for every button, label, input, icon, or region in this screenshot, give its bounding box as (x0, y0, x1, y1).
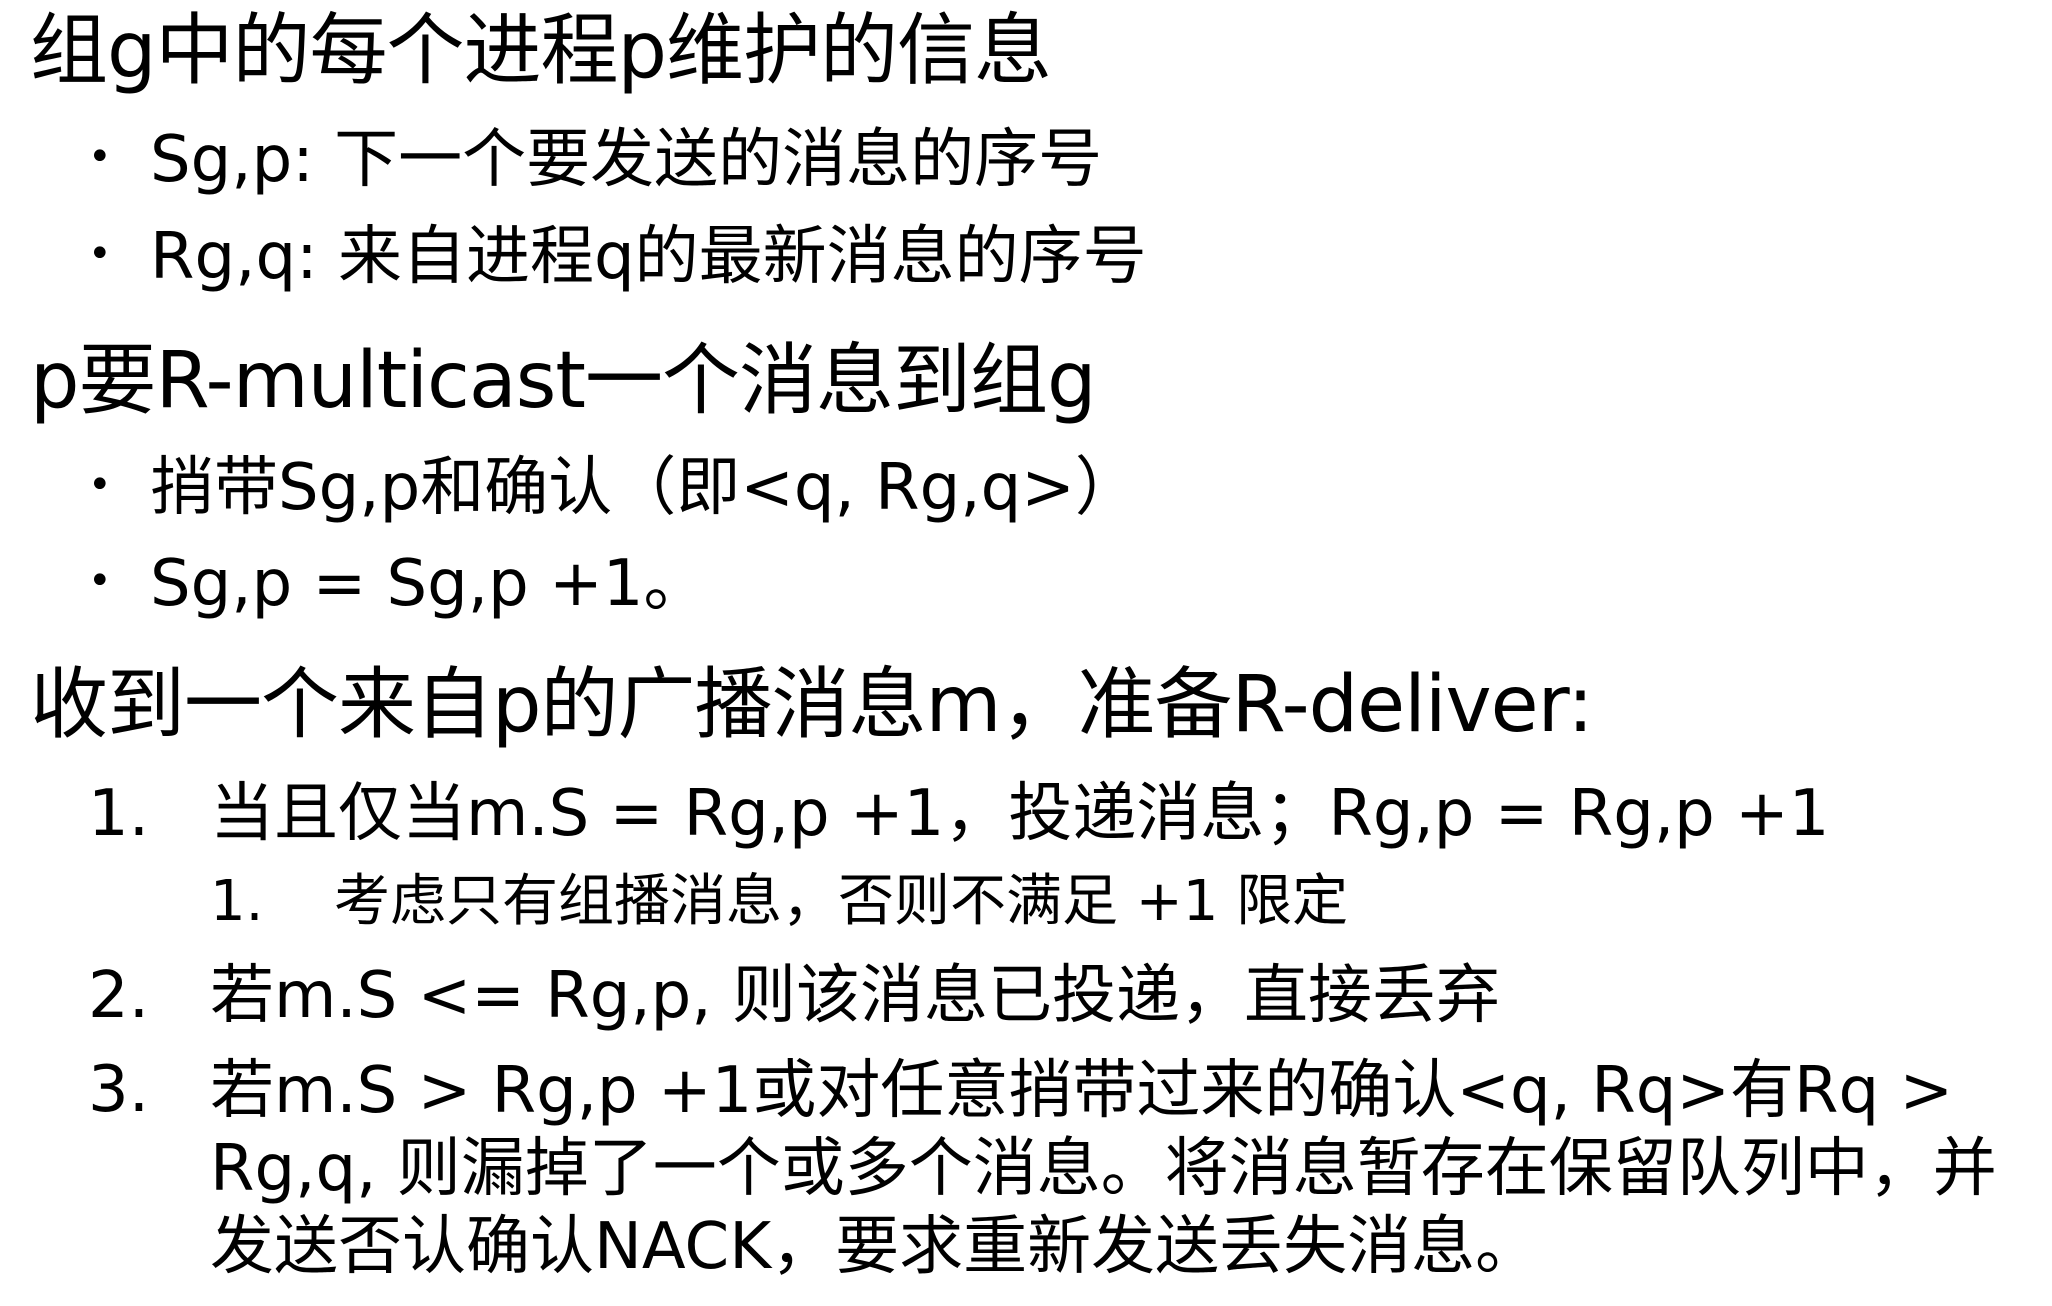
section3-subitem-1: 1. 考虑只有组播消息，否则不满足 +1 限定 (210, 874, 1348, 930)
section3-item-3-text: 若m.S > Rg,p +1或对任意捎带过来的确认<q, Rq>有Rq > Rg… (210, 1054, 1997, 1285)
item-number: 2. (88, 959, 150, 1033)
section1-heading: 组g中的每个进程p维护的信息 (30, 6, 1052, 96)
bullet-icon: • (88, 134, 112, 181)
bullet-icon: • (88, 558, 112, 605)
section1-bullet-1-text: Sg,p: 下一个要发送的消息的序号 (150, 123, 1103, 197)
section1-bullet-2-text: Rg,q: 来自进程q的最新消息的序号 (150, 220, 1147, 294)
bullet-icon: • (88, 231, 112, 278)
slide: 组g中的每个进程p维护的信息 • Sg,p: 下一个要发送的消息的序号 • Rg,q… (0, 0, 2052, 1306)
section3-subitem-1-text: 考虑只有组播消息，否则不满足 +1 限定 (334, 869, 1349, 934)
section2-bullet-2-text: Sg,p = Sg,p +1。 (150, 547, 708, 621)
section3-heading: 收到一个来自p的广播消息m，准备R-deliver: (30, 660, 1594, 750)
section2-bullet-2: • Sg,p = Sg,p +1。 (88, 552, 707, 616)
section1-bullet-1: • Sg,p: 下一个要发送的消息的序号 (88, 128, 1102, 192)
item-number: 1. (88, 777, 150, 851)
section1-bullet-2: • Rg,q: 来自进程q的最新消息的序号 (88, 225, 1147, 289)
item-number: 3. (88, 1053, 150, 1127)
section2-bullet-1: • 捎带Sg,p和确认（即<q, Rg,q>） (88, 456, 1139, 520)
section2-bullet-1-text: 捎带Sg,p和确认（即<q, Rg,q>） (150, 451, 1139, 525)
bullet-icon: • (88, 462, 112, 509)
section2-heading: p要R-multicast一个消息到组g (30, 336, 1096, 426)
section3-item-2-text: 若m.S <= Rg,p, 则该消息已投递，直接丢弃 (210, 959, 1500, 1033)
section3-item-1-text: 当且仅当m.S = Rg,p +1，投递消息；Rg,p = Rg,p +1 (210, 777, 1830, 851)
subitem-number: 1. (210, 869, 264, 934)
